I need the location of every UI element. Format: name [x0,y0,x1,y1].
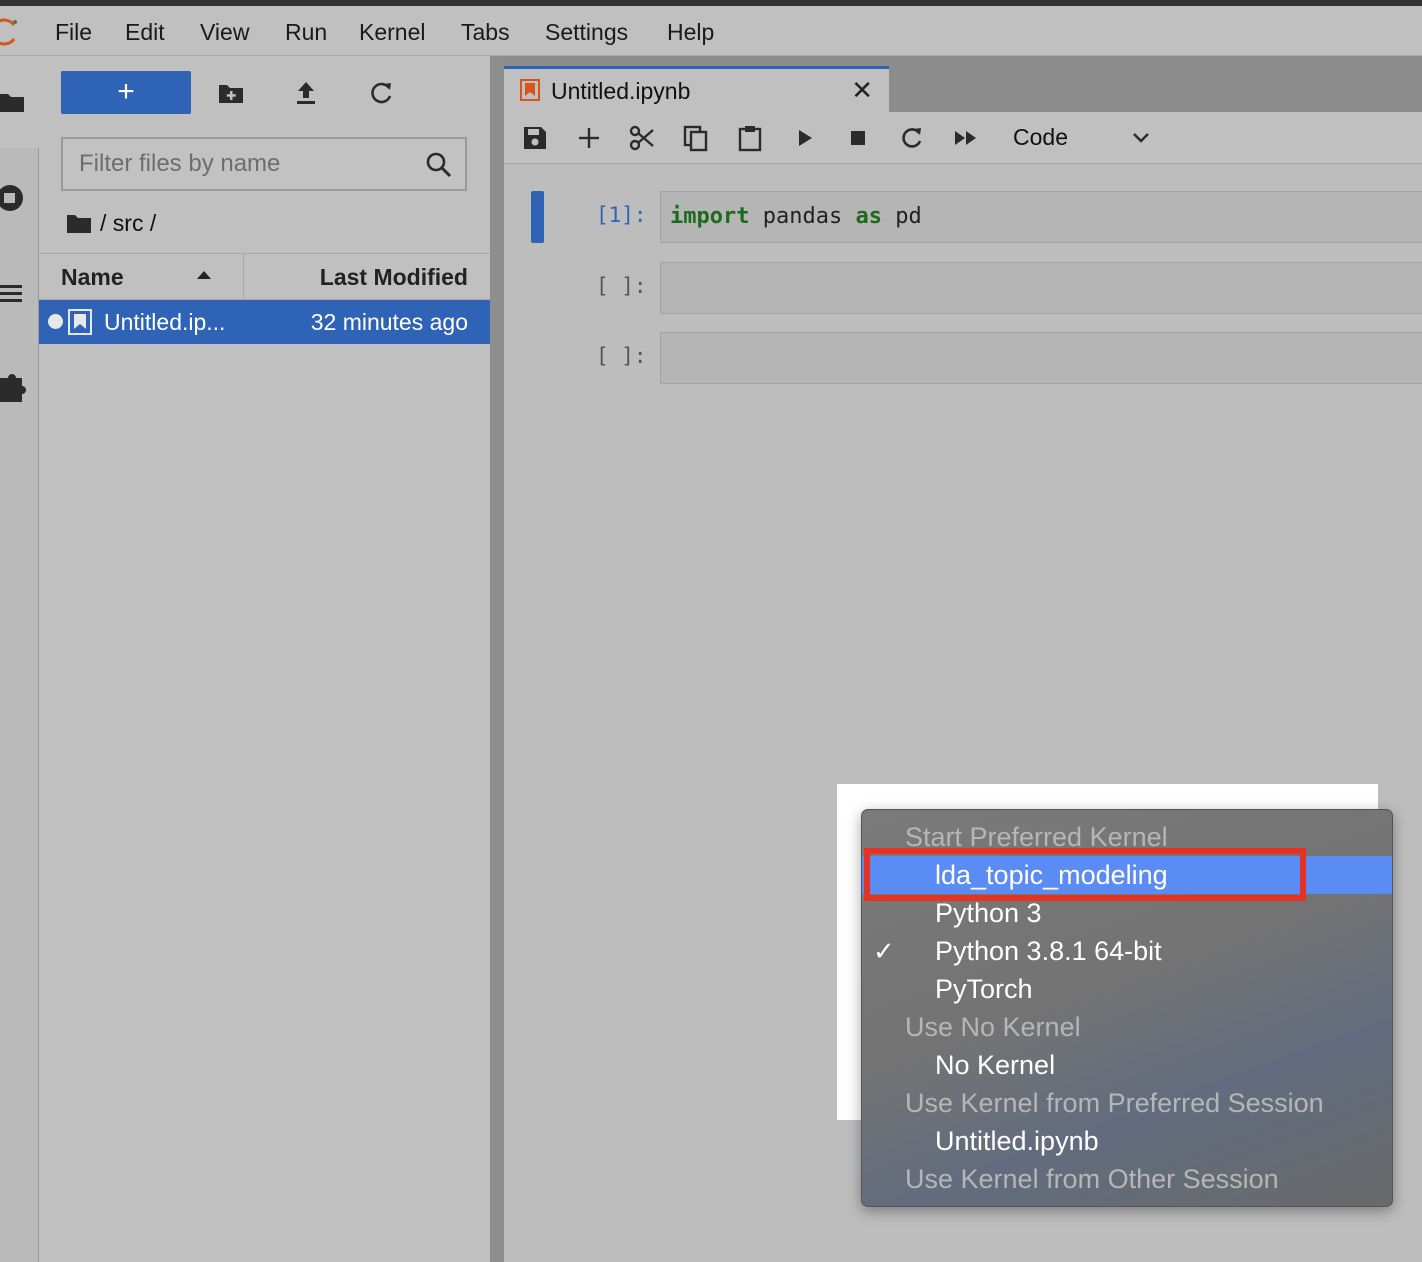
new-folder-icon[interactable] [216,78,246,108]
file-modified: 32 minutes ago [310,309,468,335]
option-group-other-session: Use Kernel from Other Session [905,1164,1279,1194]
cell-type-select[interactable]: Code [1013,124,1068,151]
option-pytorch[interactable]: PyTorch [862,970,1392,1008]
run-icon[interactable] [791,124,819,152]
stop-icon[interactable] [844,124,872,152]
search-icon [426,152,452,178]
last-modified-column-header[interactable]: Last Modified [320,264,468,291]
cell-input[interactable] [660,262,1422,314]
code-text-end: pd [881,204,922,229]
menu-settings[interactable]: Settings [545,19,628,46]
cell-code: import pandas as pd [670,204,922,229]
code-keyword-as: as [855,204,882,229]
file-browser-panel: + / src / Name Last Modified [39,56,490,1262]
home-folder-icon[interactable] [66,212,92,234]
code-keyword-import: import [670,204,750,229]
tab-bar: Untitled.ipynb ✕ [504,56,1422,112]
tab-title: Untitled.ipynb [551,78,691,104]
running-indicator-icon [48,314,63,329]
code-cell[interactable]: [ ]: [504,332,1422,384]
option-label: Python 3.8.1 64-bit [935,936,1162,966]
option-untitled-session[interactable]: Untitled.ipynb [862,1122,1392,1160]
restart-icon[interactable] [898,124,926,152]
breadcrumb: / src / [66,208,156,238]
running-kernels-icon[interactable] [0,180,28,216]
menu-edit[interactable]: Edit [125,19,165,46]
cell-input[interactable] [660,332,1422,384]
tab-untitled-ipynb[interactable]: Untitled.ipynb ✕ [504,66,889,112]
option-group-use-no-kernel: Use No Kernel [905,1012,1081,1042]
notebook-tab-icon [520,79,540,101]
option-python-3-8-1[interactable]: ✓ Python 3.8.1 64-bit [862,932,1392,970]
code-cell[interactable]: [1]: import pandas as pd [504,191,1422,243]
menu-view[interactable]: View [200,19,249,46]
code-text: pandas [749,204,856,229]
save-icon[interactable] [521,124,549,152]
menu-tabs[interactable]: Tabs [461,19,510,46]
option-group-preferred-session: Use Kernel from Preferred Session [905,1088,1324,1118]
active-cell-indicator [531,191,544,243]
name-column-header[interactable]: Name [61,264,124,291]
cell-input[interactable]: import pandas as pd [660,191,1422,243]
extensions-puzzle-icon[interactable] [0,370,28,406]
table-of-contents-icon[interactable] [0,280,26,308]
annotation-highlight-box [864,848,1306,901]
code-cell[interactable]: [ ]: [504,262,1422,314]
cell-prompt: [ ]: [596,274,647,298]
paste-icon[interactable] [736,124,764,152]
activity-bar [0,56,39,1262]
menu-help[interactable]: Help [667,19,714,46]
menu-file[interactable]: File [55,19,92,46]
new-launcher-button[interactable]: + [61,71,191,114]
chevron-down-icon[interactable] [1130,126,1152,148]
panel-splitter[interactable] [490,56,504,1262]
notebook-toolbar: Code [504,112,1422,164]
folder-icon[interactable] [0,88,26,116]
file-row-untitled[interactable]: Untitled.ip... 32 minutes ago [39,300,490,344]
jupyter-logo-icon [0,18,17,46]
cell-prompt: [ ]: [596,344,647,368]
refresh-icon[interactable] [367,78,397,108]
notebook-file-icon [68,309,92,335]
breadcrumb-path[interactable]: / src / [100,210,156,237]
fast-forward-icon[interactable] [952,124,980,152]
close-tab-icon[interactable]: ✕ [851,75,873,106]
cell-prompt: [1]: [596,203,647,227]
cut-icon[interactable] [628,124,656,152]
menu-run[interactable]: Run [285,19,327,46]
column-divider[interactable] [243,254,244,300]
filter-files-input[interactable] [79,149,419,179]
filter-files-field [61,137,467,191]
file-list-header: Name Last Modified [39,253,490,300]
menu-kernel[interactable]: Kernel [359,19,425,46]
sort-ascending-icon [197,271,211,279]
file-name: Untitled.ip... [104,309,226,335]
copy-icon[interactable] [682,124,710,152]
upload-icon[interactable] [291,78,321,108]
menu-bar: File Edit View Run Kernel Tabs Settings … [0,6,1422,56]
checkmark-icon: ✓ [873,936,895,966]
insert-cell-icon[interactable] [575,124,603,152]
option-no-kernel[interactable]: No Kernel [862,1046,1392,1084]
